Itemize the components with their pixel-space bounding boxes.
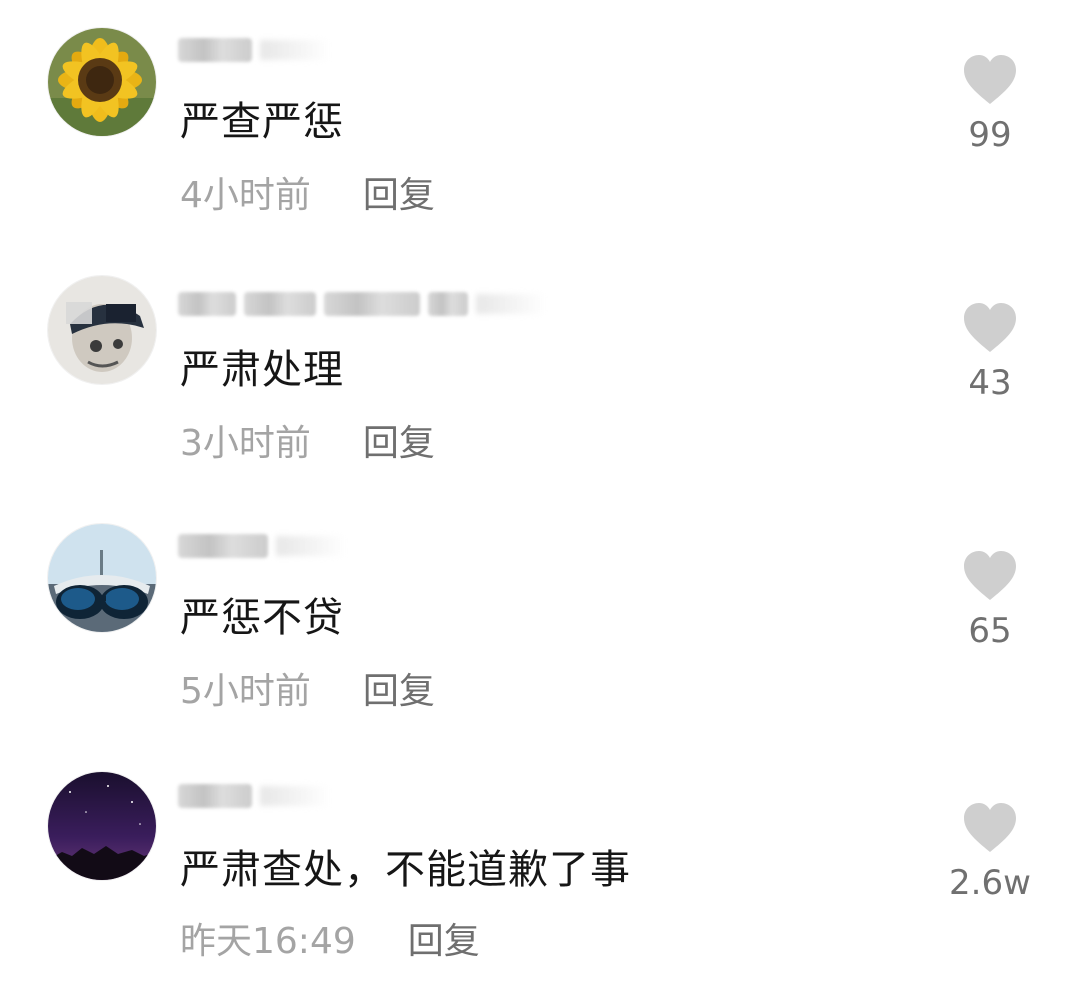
comment-item: 严肃查处，不能道歉了事 昨天16:49 回复 2.6w xyxy=(0,744,1080,992)
blurred-name-segment xyxy=(324,292,420,316)
comment-text: 严查严惩 xyxy=(180,99,344,145)
reply-button[interactable]: 回复 xyxy=(408,921,480,962)
blurred-name-segment xyxy=(178,38,252,62)
comment-meta: 5小时前 回复 xyxy=(180,668,435,716)
user-avatar[interactable] xyxy=(48,276,156,384)
username-blurred[interactable] xyxy=(178,776,330,816)
heart-icon xyxy=(964,551,1016,600)
heart-icon xyxy=(964,803,1016,852)
user-avatar[interactable] xyxy=(48,524,156,632)
blurred-name-fade xyxy=(276,536,346,556)
comment-item: 严查严惩 4小时前 回复 99 xyxy=(0,0,1080,248)
blurred-name-fade xyxy=(476,294,546,314)
comment-text: 严肃查处，不能道歉了事 xyxy=(180,847,631,893)
heart-icon xyxy=(964,303,1016,352)
reply-button[interactable]: 回复 xyxy=(363,671,435,712)
reply-button[interactable]: 回复 xyxy=(363,423,435,464)
blurred-name-segment xyxy=(178,784,252,808)
comment-time: 昨天16:49 xyxy=(180,921,356,962)
username-blurred[interactable] xyxy=(178,30,330,70)
blurred-name-segment xyxy=(244,292,316,316)
comment-meta: 4小时前 回复 xyxy=(180,172,435,220)
blurred-name-segment xyxy=(428,292,468,316)
like-count: 43 xyxy=(968,363,1012,403)
comment-time: 5小时前 xyxy=(180,671,311,712)
comment-item: 严肃处理 3小时前 回复 43 xyxy=(0,248,1080,496)
like-button[interactable]: 2.6w xyxy=(940,802,1040,904)
blurred-name-fade xyxy=(260,786,330,806)
like-button[interactable]: 65 xyxy=(940,550,1040,652)
like-count: 99 xyxy=(968,115,1012,155)
person-with-cap-avatar-image xyxy=(48,276,156,384)
like-count: 2.6w xyxy=(949,863,1031,903)
blurred-name-segment xyxy=(178,292,236,316)
user-avatar[interactable] xyxy=(48,28,156,136)
comment-meta: 昨天16:49 回复 xyxy=(180,918,480,966)
comment-text: 严肃处理 xyxy=(180,347,344,393)
comment-text: 严惩不贷 xyxy=(180,595,344,641)
comment-item: 严惩不贷 5小时前 回复 65 xyxy=(0,496,1080,744)
username-blurred[interactable] xyxy=(178,284,546,324)
sunglasses-avatar-image xyxy=(48,524,156,632)
username-blurred[interactable] xyxy=(178,526,346,566)
reply-button[interactable]: 回复 xyxy=(363,175,435,216)
like-count: 65 xyxy=(968,611,1012,651)
blurred-name-segment xyxy=(178,534,268,558)
sunflower-avatar-image xyxy=(48,28,156,136)
blurred-name-fade xyxy=(260,40,330,60)
user-avatar[interactable] xyxy=(48,772,156,880)
heart-icon xyxy=(964,55,1016,104)
like-button[interactable]: 43 xyxy=(940,302,1040,404)
like-button[interactable]: 99 xyxy=(940,54,1040,156)
comment-meta: 3小时前 回复 xyxy=(180,420,435,468)
comment-time: 4小时前 xyxy=(180,175,311,216)
comment-time: 3小时前 xyxy=(180,423,311,464)
night-sky-avatar-image xyxy=(48,772,156,880)
